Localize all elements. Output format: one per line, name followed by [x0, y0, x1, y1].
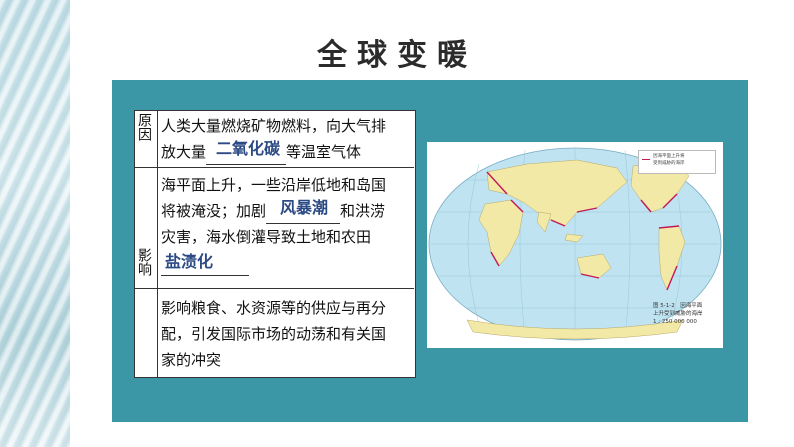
cause-row: 原因 人类大量燃烧矿物燃料，向大气排 放大量 二氧化碳 等温室气体 — [135, 111, 414, 168]
world-map-figure: 因海平面上升将 受到威胁的海岸 图 5-1-2 因海平面 上升受到威胁的海岸 1… — [427, 142, 723, 348]
impact-content-1: 海平面上升，一些沿岸低地和岛国 将被淹没；加剧 风暴潮 和洪涝 灾害，海水倒灌导致土… — [161, 172, 412, 276]
global-warming-table: 原因 人类大量燃烧矿物燃料，向大气排 放大量 二氧化碳 等温室气体 海平面上升，一些… — [134, 110, 416, 378]
answer-carbon-dioxide: 二氧化碳 — [216, 139, 281, 158]
answer-salinization: 盐渍化 — [165, 252, 214, 271]
cause-line2-prefix: 放大量 — [161, 143, 207, 161]
cause-line2-suffix: 等温室气体 — [286, 143, 362, 161]
impact-content-2: 影响粮食、水资源等的供应与再分 配，引发国际市场的动荡和有关国 家的冲突 — [161, 295, 412, 373]
map-legend: 因海平面上升将 受到威胁的海岸 — [638, 150, 716, 174]
legend-line1: 因海平面上升将 — [653, 154, 685, 159]
impact2-line3: 家的冲突 — [161, 351, 222, 369]
impact-row-2: 影响粮食、水资源等的供应与再分 配，引发国际市场的动荡和有关国 家的冲突 — [135, 289, 414, 377]
impact1-line2-prefix: 将被淹没；加剧 — [161, 202, 267, 220]
impact2-line2: 配，引发国际市场的动荡和有关国 — [161, 325, 387, 343]
impact1-line3: 灾害，海水倒灌导致土地和农田 — [161, 228, 372, 246]
threatened-coast-swatch — [642, 159, 650, 160]
impact-row-1: 海平面上升，一些沿岸低地和岛国 将被淹没；加剧 风暴潮 和洪涝 灾害，海水倒灌导致土… — [135, 168, 414, 289]
impact-label-cell: 影响 — [135, 168, 158, 377]
impact1-line1: 海平面上升，一些沿岸低地和岛国 — [161, 176, 387, 194]
impact-label: 影响 — [136, 248, 152, 276]
answer-storm-surge: 风暴潮 — [280, 198, 329, 217]
cause-label: 原因 — [136, 113, 152, 141]
impact2-line1: 影响粮食、水资源等的供应与再分 — [161, 299, 387, 317]
caption-line3: 1 : 250 000 000 — [653, 319, 697, 325]
impact1-line2-suffix: 和洪涝 — [340, 202, 386, 220]
page-title: 全球变暖 — [317, 38, 477, 73]
map-caption: 图 5-1-2 因海平面 上升受到威胁的海岸 1 : 250 000 000 — [653, 302, 721, 326]
caption-line2: 上升受到威胁的海岸 — [653, 311, 703, 317]
cause-content: 人类大量燃烧矿物燃料，向大气排 放大量 二氧化碳 等温室气体 — [161, 113, 412, 165]
cause-label-cell: 原因 — [135, 111, 158, 167]
caption-line1: 图 5-1-2 因海平面 — [653, 303, 703, 309]
cause-line1: 人类大量燃烧矿物燃料，向大气排 — [161, 117, 387, 135]
legend-line2: 受到威胁的海岸 — [653, 161, 685, 166]
